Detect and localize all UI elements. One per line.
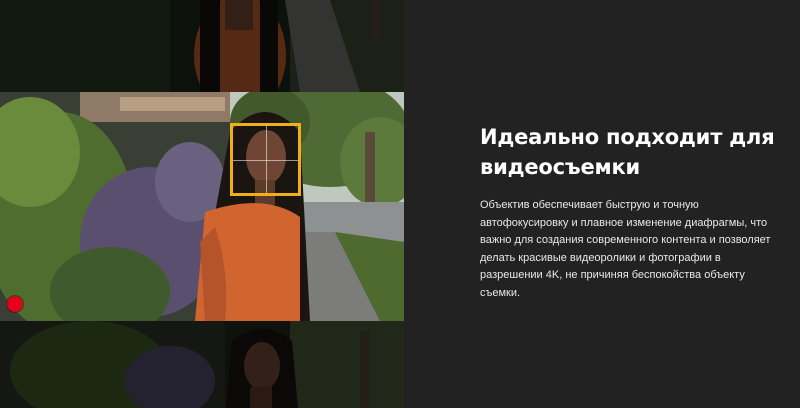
record-dot-icon <box>7 296 23 312</box>
section-description: Объектив обеспечивает быструю и точную а… <box>480 199 771 299</box>
section-title: Идеально подходит для видеосъемки <box>480 125 775 179</box>
film-frame-previous <box>0 0 404 92</box>
feature-text-panel: Идеально подходит для видеосъемки Объект… <box>404 0 800 408</box>
film-frame-next <box>0 321 404 408</box>
video-filmstrip <box>0 0 404 408</box>
autofocus-frame-icon <box>230 123 301 196</box>
film-frame-current <box>0 92 404 321</box>
